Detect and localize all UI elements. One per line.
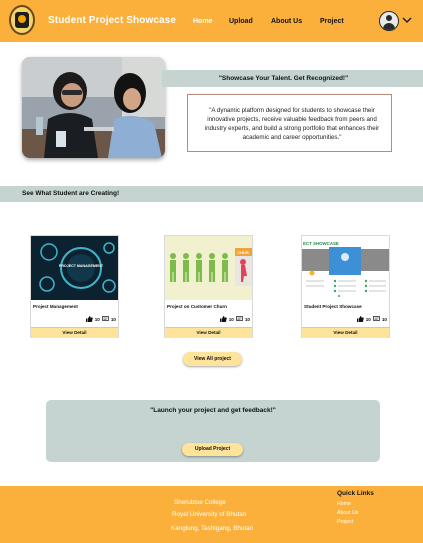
quick-link-home[interactable]: Home: [337, 501, 351, 507]
nav-project[interactable]: Project: [320, 18, 344, 25]
quick-link-project[interactable]: Project: [337, 519, 353, 525]
quick-links-title: Quick Links: [337, 490, 374, 497]
footer-address: Kanglung, Tashigang, Bhutan: [171, 525, 254, 532]
project-card[interactable]: ECT SHOWCASE Student Project Showcase 10…: [301, 235, 390, 338]
like-count: 10: [94, 316, 100, 322]
view-detail-button[interactable]: View Detail: [302, 327, 389, 338]
project-stats: 10 10: [356, 316, 387, 322]
quick-link-about-us[interactable]: About Us: [337, 510, 358, 516]
view-detail-button[interactable]: View Detail: [165, 327, 252, 338]
hero-description: "A dynamic platform designed for student…: [204, 107, 380, 141]
view-all-projects-button[interactable]: View All project: [183, 352, 242, 366]
project-thumbnail: CHUR: [165, 236, 252, 300]
view-detail-button[interactable]: View Detail: [31, 327, 118, 338]
project-card[interactable]: PROJECT MANAGEMENT Project Management 10…: [30, 235, 119, 338]
like-count: 10: [365, 316, 371, 322]
thumbs-up-icon[interactable]: [356, 316, 364, 322]
hero-tagline: "Showcase Your Talent. Get Recognized!": [218, 75, 349, 82]
thumbs-up-icon[interactable]: [219, 316, 227, 322]
footer-university: Royal University of Bhutan: [172, 511, 247, 518]
nav-about-us[interactable]: About Us: [271, 18, 302, 25]
thumbnail-text: ECT SHOWCASE: [303, 241, 339, 246]
section-title: See What Student are Creating!: [22, 190, 120, 197]
user-avatar-icon[interactable]: [379, 11, 399, 31]
cta-text: "Launch your project and get feedback!": [150, 407, 276, 414]
brand-title[interactable]: Student Project Showcase: [48, 15, 176, 26]
hero-photo: [22, 57, 165, 158]
project-card[interactable]: CHUR Project on Customer Churn 10 10 Vie…: [164, 235, 253, 338]
nav-upload[interactable]: Upload: [229, 18, 253, 25]
project-title: Project on Customer Churn: [167, 304, 227, 309]
comment-count: 10: [244, 316, 250, 322]
college-crest-icon[interactable]: [9, 5, 35, 35]
nav-home[interactable]: Home: [193, 18, 212, 25]
thumbnail-text: CHUR: [237, 250, 249, 255]
thumbnail-text: PROJECT MANAGEMENT: [59, 264, 104, 268]
project-title: Student Project Showcase: [304, 304, 362, 309]
project-thumbnail: PROJECT MANAGEMENT: [31, 236, 118, 300]
comment-icon[interactable]: [373, 316, 380, 322]
chevron-down-icon[interactable]: [402, 16, 412, 24]
comment-icon[interactable]: [236, 316, 243, 322]
comment-count: 10: [110, 316, 116, 322]
project-stats: 10 10: [219, 316, 250, 322]
thumbs-up-icon[interactable]: [85, 316, 93, 322]
upload-project-button[interactable]: Upload Project: [182, 443, 243, 456]
project-thumbnail: ECT SHOWCASE: [302, 236, 389, 300]
footer-college: Sherubtse College: [174, 499, 226, 506]
comment-count: 10: [381, 316, 387, 322]
comment-icon[interactable]: [102, 316, 109, 322]
project-stats: 10 10: [85, 316, 116, 322]
project-title: Project Management: [33, 304, 78, 309]
like-count: 10: [228, 316, 234, 322]
